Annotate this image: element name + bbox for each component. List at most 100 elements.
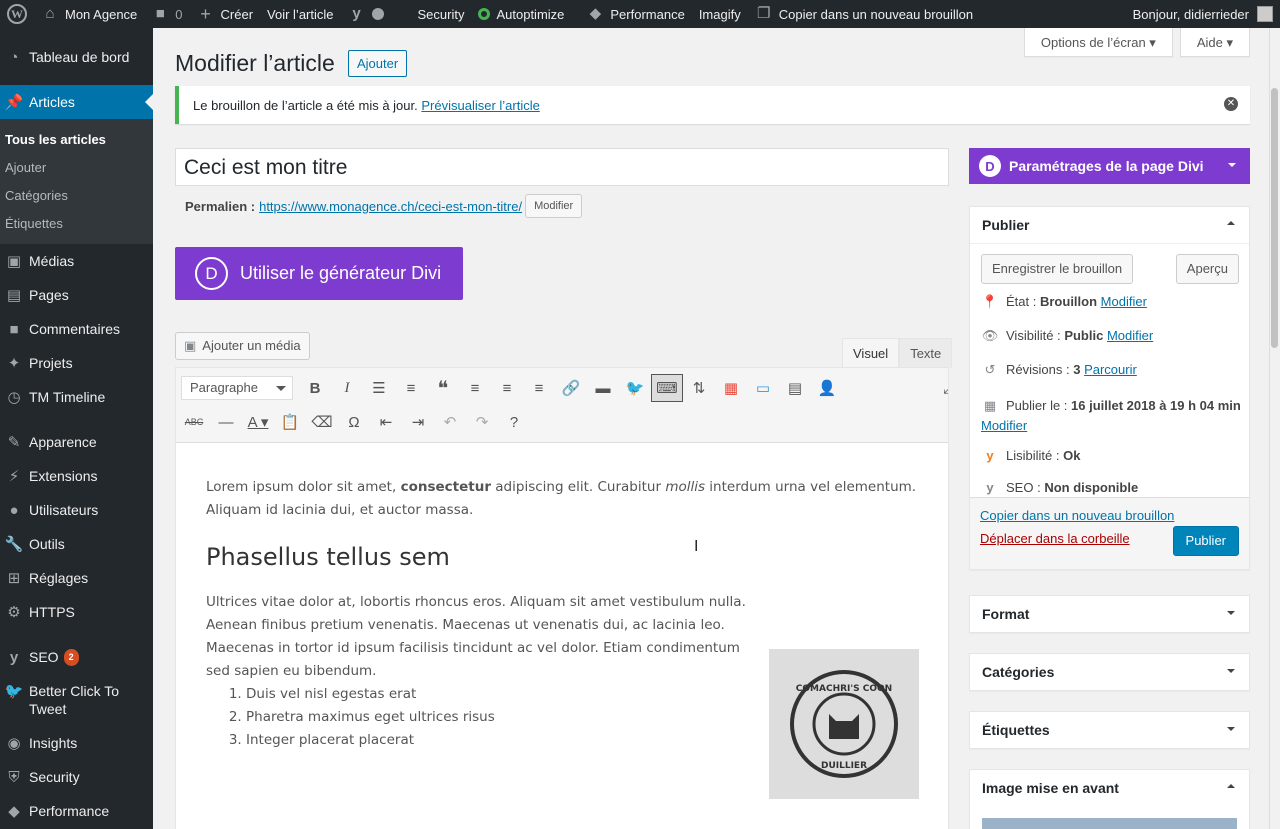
blockquote-icon[interactable]: ❝ bbox=[427, 374, 459, 402]
post-title-input[interactable]: Ceci est mon titre bbox=[175, 148, 949, 186]
read-more-icon[interactable]: ▬ bbox=[587, 374, 619, 402]
undo-icon[interactable]: ↶ bbox=[434, 408, 466, 436]
menu-dashboard[interactable]: ◔ Tableau de bord bbox=[0, 40, 153, 74]
twitter-icon[interactable]: 🐦 bbox=[619, 374, 651, 402]
add-media-button[interactable]: ▣ Ajouter un média bbox=[175, 332, 310, 360]
format-select[interactable]: Paragraphe bbox=[181, 376, 293, 400]
menu-articles[interactable]: 📌 Articles bbox=[0, 85, 153, 119]
menu-insights[interactable]: ◉ Insights bbox=[0, 726, 153, 760]
align-center-icon[interactable]: ≡ bbox=[491, 374, 523, 402]
categories-box-header[interactable]: Catégories bbox=[970, 654, 1249, 690]
browse-revisions-link[interactable]: Parcourir bbox=[1084, 362, 1137, 377]
menu-security[interactable]: ⛨ Security bbox=[0, 760, 153, 794]
dismiss-notice-icon[interactable]: ✕ bbox=[1224, 97, 1238, 111]
italic-icon[interactable]: I bbox=[331, 374, 363, 402]
redo-icon[interactable]: ↷ bbox=[466, 408, 498, 436]
publish-button[interactable]: Publier bbox=[1172, 526, 1239, 556]
permalink-url-link[interactable]: https://www.monagence.ch/ceci-est-mon-ti… bbox=[259, 199, 522, 214]
move-to-trash-link[interactable]: Déplacer dans la corbeille bbox=[980, 531, 1130, 546]
menu-projects[interactable]: ✦ Projets bbox=[0, 346, 153, 380]
format-box-header[interactable]: Format bbox=[970, 596, 1249, 632]
strikethrough-icon[interactable]: ABC bbox=[178, 408, 210, 436]
text-color-icon[interactable]: A ▾ bbox=[242, 408, 274, 436]
autoptimize-link[interactable]: Autoptimize bbox=[471, 0, 571, 28]
link-icon[interactable]: 🔗 bbox=[555, 374, 587, 402]
toolbar-toggle-icon[interactable]: ⌨ bbox=[651, 374, 683, 402]
featured-image-thumbnail[interactable] bbox=[982, 818, 1237, 829]
numbered-list-icon[interactable]: ≡ bbox=[395, 374, 427, 402]
publish-box-header[interactable]: Publier bbox=[970, 207, 1249, 243]
chevron-up-icon bbox=[1227, 780, 1235, 788]
bold-icon[interactable]: B bbox=[299, 374, 331, 402]
horizontal-line-icon[interactable]: — bbox=[210, 408, 242, 436]
wp-logo-menu[interactable]: W bbox=[0, 0, 34, 28]
edit-permalink-button[interactable]: Modifier bbox=[525, 194, 583, 218]
preview-post-link[interactable]: Prévisualiser l’article bbox=[421, 98, 539, 113]
menu-media[interactable]: ▣ Médias bbox=[0, 244, 153, 278]
menu-better-click-to-tweet[interactable]: 🐦 Better Click To Tweet bbox=[0, 674, 153, 726]
menu-seo[interactable]: y SEO 2 bbox=[0, 640, 153, 674]
site-name-link[interactable]: ⌂ Mon Agence bbox=[34, 0, 144, 28]
clear-formatting-icon[interactable]: ⌫ bbox=[306, 408, 338, 436]
submenu-categories[interactable]: Catégories bbox=[0, 182, 153, 210]
copy-draft-link[interactable]: Copier dans un nouveau brouillon bbox=[980, 508, 1174, 523]
help-icon[interactable]: ? bbox=[498, 408, 530, 436]
submenu-all-posts[interactable]: Tous les articles bbox=[0, 126, 153, 154]
add-new-button[interactable]: Ajouter bbox=[348, 50, 408, 77]
screen-options-button[interactable]: Options de l’écran ▾ bbox=[1023, 28, 1173, 57]
menu-performance[interactable]: ◆ Performance bbox=[0, 794, 153, 828]
outdent-icon[interactable]: ⇤ bbox=[370, 408, 402, 436]
security-link[interactable]: Security bbox=[411, 0, 472, 28]
special-character-icon[interactable]: Ω bbox=[338, 408, 370, 436]
new-content-link[interactable]: + Créer bbox=[190, 0, 261, 28]
box-shortcode-icon[interactable]: ▤ bbox=[779, 374, 811, 402]
align-left-icon[interactable]: ≡ bbox=[459, 374, 491, 402]
status-label: État : bbox=[1006, 294, 1037, 309]
menu-pages[interactable]: ▤ Pages bbox=[0, 278, 153, 312]
tags-box-header[interactable]: Étiquettes bbox=[970, 712, 1249, 748]
layout-grid-icon[interactable]: ▦ bbox=[715, 374, 747, 402]
yoast-readability-icon: y bbox=[986, 448, 994, 463]
submenu-add-new[interactable]: Ajouter bbox=[0, 154, 153, 182]
featured-image-box-header[interactable]: Image mise en avant bbox=[970, 770, 1249, 806]
page-scrollbar[interactable] bbox=[1269, 28, 1280, 829]
menu-https[interactable]: ⚙ HTTPS bbox=[0, 595, 153, 629]
scrollbar-thumb[interactable] bbox=[1271, 88, 1278, 348]
comments-link[interactable]: ■ 0 bbox=[144, 0, 189, 28]
divi-settings-panel[interactable]: D Paramétrages de la page Divi bbox=[969, 148, 1250, 184]
menu-users[interactable]: ● Utilisateurs bbox=[0, 493, 153, 527]
menu-label: Outils bbox=[29, 536, 65, 552]
paste-text-icon[interactable]: 📋 bbox=[274, 408, 306, 436]
menu-tm-timeline[interactable]: ◷ TM Timeline bbox=[0, 380, 153, 414]
bullet-list-icon[interactable]: ☰ bbox=[363, 374, 395, 402]
performance-link[interactable]: ◆ Performance bbox=[579, 0, 691, 28]
menu-comments[interactable]: ■ Commentaires bbox=[0, 312, 153, 346]
content-image[interactable]: COMACHRI'S COON DUILLIER bbox=[769, 649, 919, 799]
divi-shortcode-icon[interactable]: ⇅ bbox=[683, 374, 715, 402]
menu-settings[interactable]: ⊞ Réglages bbox=[0, 561, 153, 595]
save-draft-button[interactable]: Enregistrer le brouillon bbox=[981, 254, 1134, 284]
edit-visibility-link[interactable]: Modifier bbox=[1107, 328, 1153, 343]
my-account-menu[interactable]: Bonjour, didierrieder bbox=[1126, 0, 1280, 28]
copy-draft-link[interactable]: ❐ Copier dans un nouveau brouillon bbox=[748, 0, 980, 28]
divi-builder-button[interactable]: D Utiliser le générateur Divi bbox=[175, 247, 463, 300]
edit-date-link[interactable]: Modifier bbox=[981, 418, 1027, 433]
view-post-link[interactable]: Voir l’article bbox=[260, 0, 340, 28]
edit-status-link[interactable]: Modifier bbox=[1101, 294, 1147, 309]
tab-visual[interactable]: Visuel bbox=[842, 338, 900, 368]
help-button[interactable]: Aide ▾ bbox=[1179, 28, 1250, 57]
submenu-tags[interactable]: Étiquettes bbox=[0, 210, 153, 238]
tab-text[interactable]: Texte bbox=[899, 338, 953, 368]
menu-appearance[interactable]: ✎ Apparence bbox=[0, 425, 153, 459]
menu-plugins[interactable]: ⚡ Extensions bbox=[0, 459, 153, 493]
imagify-link[interactable]: Imagify bbox=[692, 0, 748, 28]
text-cursor-icon: I bbox=[694, 538, 699, 555]
yoast-menu[interactable]: y bbox=[341, 0, 391, 28]
button-shortcode-icon[interactable]: ▭ bbox=[747, 374, 779, 402]
menu-tools[interactable]: 🔧 Outils bbox=[0, 527, 153, 561]
indent-icon[interactable]: ⇥ bbox=[402, 408, 434, 436]
person-shortcode-icon[interactable]: 👤 bbox=[811, 374, 843, 402]
preview-button[interactable]: Aperçu bbox=[1175, 254, 1239, 284]
align-right-icon[interactable]: ≡ bbox=[523, 374, 555, 402]
fullscreen-icon[interactable]: ⤢ bbox=[933, 374, 948, 402]
